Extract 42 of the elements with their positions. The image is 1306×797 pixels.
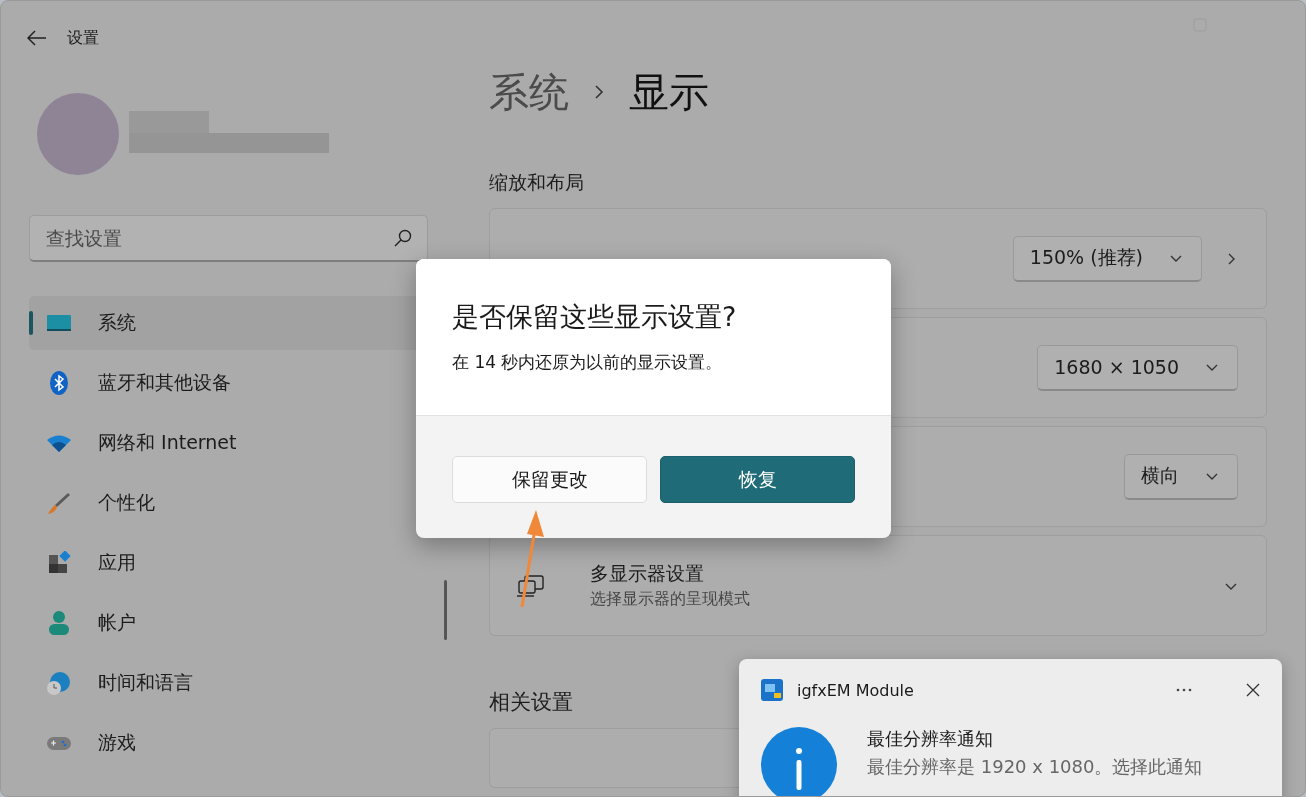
window-title: 设置 (67, 27, 99, 49)
notification-title: 最佳分辨率通知 (867, 727, 994, 751)
chevron-right-icon (593, 84, 605, 100)
section-heading: 缩放和布局 (489, 170, 585, 195)
card-title: 多显示器设置 (590, 561, 705, 586)
card-subtitle: 选择显示器的呈现模式 (590, 589, 751, 610)
app-icon (761, 679, 783, 701)
nav-item[interactable]: 游戏 (29, 716, 446, 770)
nav-item[interactable]: 应用 (29, 536, 446, 590)
paintbrush-icon (47, 491, 71, 515)
notification-toast[interactable]: igfxEM Module 最佳分辨率通知 最佳分辨率是 1920 x 1080。选择此通知 (739, 659, 1282, 796)
app-name: igfxEM Module (797, 680, 915, 700)
secondary-button[interactable]: 保留更改 (452, 456, 647, 503)
nav-item[interactable]: 网络和 Internet (29, 416, 446, 470)
dropdown[interactable]: 150% (推荐) (1012, 235, 1202, 282)
search-field[interactable]: 查找设置 (29, 215, 428, 262)
bluetooth-icon (47, 371, 71, 395)
section-heading: 相关设置 (489, 689, 573, 716)
breadcrumb-parent[interactable]: 系统 (489, 64, 569, 120)
primary-button[interactable]: 恢复 (660, 456, 855, 503)
dropdown[interactable]: 横向 (1124, 453, 1238, 500)
back-arrow-icon[interactable] (27, 30, 47, 46)
nav-item[interactable]: 个性化 (29, 476, 446, 530)
nav-item[interactable]: 帐户 (29, 596, 446, 650)
expander-card[interactable]: 多显示器设置 选择显示器的呈现模式 (489, 535, 1267, 636)
scrollbar[interactable] (444, 580, 447, 640)
nav-item[interactable]: 蓝牙和其他设备 (29, 356, 446, 410)
person-icon (47, 611, 71, 635)
dialog-message: 在 14 秒内还原为以前的显示设置。 (452, 351, 724, 374)
search-icon (394, 229, 412, 247)
dropdown[interactable]: 1680 × 1050 (1037, 344, 1238, 391)
page-title: 显示 (629, 67, 709, 117)
multi-monitor-icon (516, 573, 546, 598)
dialog-title: 是否保留这些显示设置? (452, 300, 738, 334)
close-icon[interactable] (1246, 683, 1260, 697)
selection-indicator (29, 311, 33, 335)
notification-body: 最佳分辨率是 1920 x 1080。选择此通知 (867, 755, 1203, 779)
info-icon (761, 727, 837, 796)
nav-item[interactable]: 时间和语言 (29, 656, 446, 710)
more-icon[interactable] (1176, 688, 1192, 692)
apps-icon (47, 551, 71, 575)
globe-clock-icon (47, 671, 71, 695)
